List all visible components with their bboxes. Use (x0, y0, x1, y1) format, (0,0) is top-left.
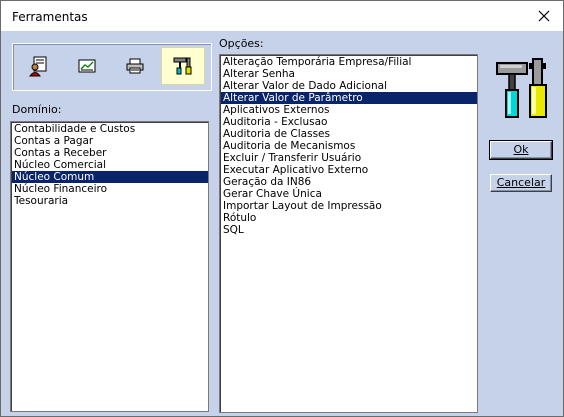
ok-button[interactable]: Ok (489, 140, 553, 160)
list-item[interactable]: Alterar Valor de Parâmetro (221, 92, 477, 104)
chart-tool-icon (78, 59, 96, 73)
list-item[interactable]: Geração da IN86 (221, 176, 477, 188)
list-item[interactable]: Gerar Chave Única (221, 188, 477, 200)
list-item[interactable]: Núcleo Comercial (12, 159, 208, 171)
list-item[interactable]: Contabilidade e Custos (12, 123, 208, 135)
close-button[interactable] (529, 3, 559, 29)
list-item[interactable]: Aplicativos Externos (221, 104, 477, 116)
list-item[interactable]: Tesouraria (12, 195, 208, 207)
ferramentas-dialog: Ferramentas Domínio: Contabilidade e Cus… (0, 0, 564, 417)
domain-label: Domínio: (12, 103, 62, 116)
options-label: Opções: (219, 37, 264, 50)
cancel-button-label: Cancelar (496, 176, 546, 189)
list-item[interactable]: Excluir / Transferir Usuário (221, 152, 477, 164)
list-item[interactable]: Importar Layout de Impressão (221, 200, 477, 212)
tools-large-icon (496, 58, 547, 118)
list-item[interactable]: Contas a Receber (12, 147, 208, 159)
list-item[interactable]: Auditoria de Classes (221, 128, 477, 140)
list-item[interactable]: Contas a Pagar (12, 135, 208, 147)
window-title: Ferramentas (12, 10, 88, 24)
cancel-button[interactable]: Cancelar (490, 174, 552, 192)
list-item[interactable]: Auditoria de Mecanismos (221, 140, 477, 152)
options-listbox[interactable]: Alteração Temporária Empresa/Filial Alter… (219, 54, 478, 413)
category-toolbar (12, 43, 212, 91)
tools-icon (173, 57, 192, 75)
list-item[interactable]: Alteração Temporária Empresa/Filial (221, 56, 477, 68)
tools-button[interactable] (161, 47, 205, 85)
user-tool-button[interactable] (17, 47, 61, 85)
printer-icon (126, 58, 144, 74)
title-bar: Ferramentas (1, 1, 563, 31)
dialog-client-area: Domínio: Contabilidade e Custos Contas a … (1, 31, 563, 416)
close-icon (538, 10, 550, 22)
list-item[interactable]: Núcleo Comum (12, 171, 208, 183)
domain-listbox[interactable]: Contabilidade e Custos Contas a Pagar Cont… (10, 121, 209, 412)
list-item[interactable]: SQL (221, 224, 477, 236)
user-tool-icon (29, 56, 47, 77)
list-item[interactable]: Auditoria - Exclusao (221, 116, 477, 128)
list-item[interactable]: Alterar Valor de Dado Adicional (221, 80, 477, 92)
chart-tool-button[interactable] (65, 47, 109, 85)
list-item[interactable]: Rótulo (221, 212, 477, 224)
ok-button-label: Ok (513, 143, 529, 156)
list-item[interactable]: Executar Aplicativo Externo (221, 164, 477, 176)
printer-button[interactable] (113, 47, 157, 85)
list-item[interactable]: Núcleo Financeiro (12, 183, 208, 195)
list-item[interactable]: Alterar Senha (221, 68, 477, 80)
